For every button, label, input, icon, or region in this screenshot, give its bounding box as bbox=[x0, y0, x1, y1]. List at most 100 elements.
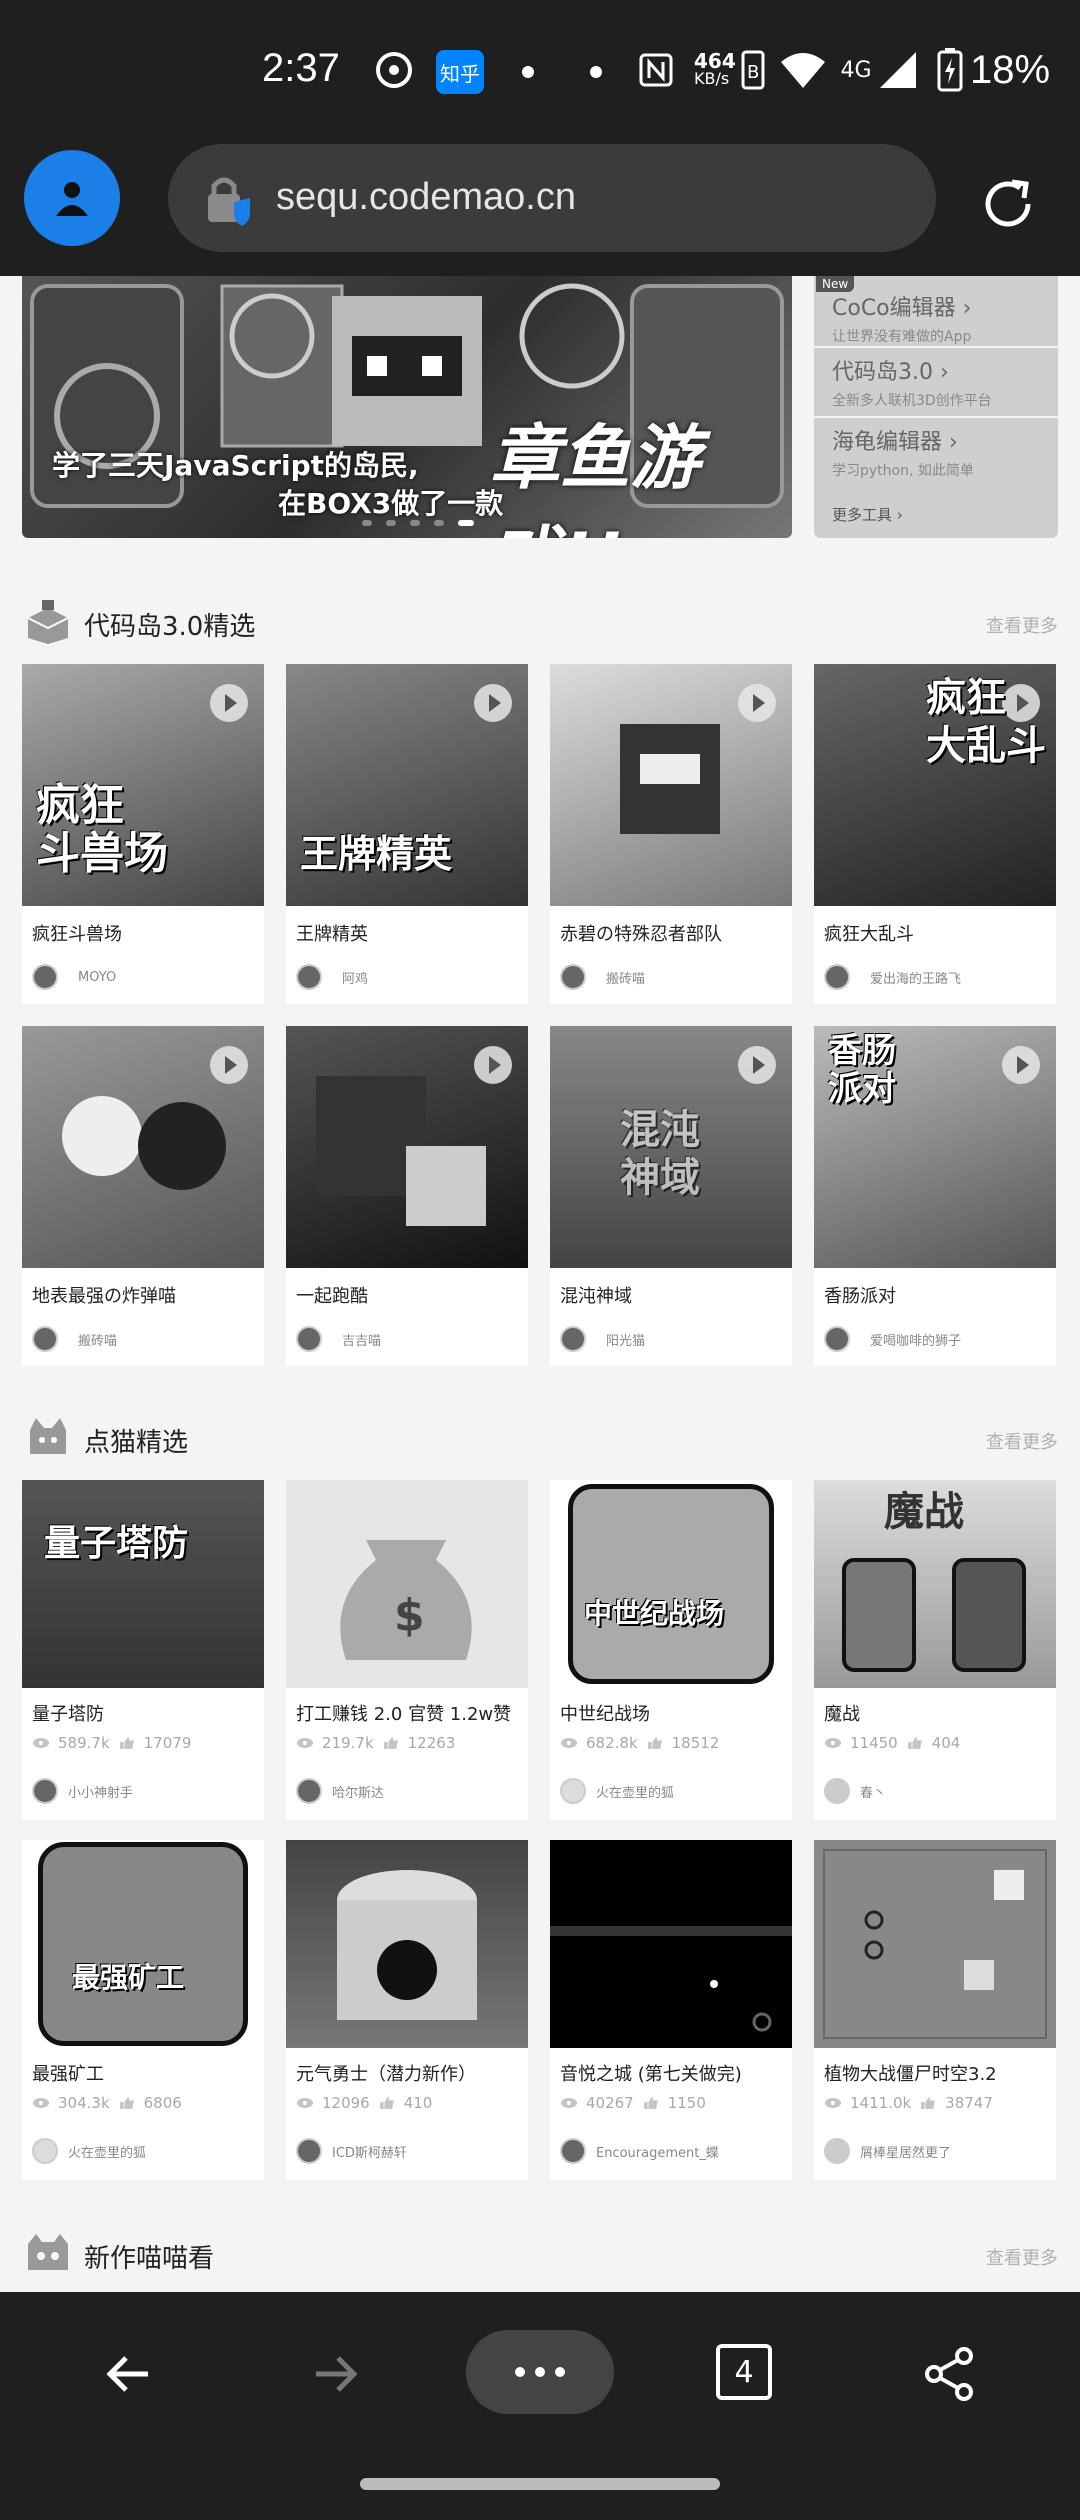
project-title: 打工赚钱 2.0 官赞 1.2w赞 bbox=[296, 1704, 512, 1725]
project-title: 混沌神域 bbox=[560, 1286, 632, 1307]
project-card[interactable]: 量子塔防 量子塔防 589.7k 17079 小小神射手 bbox=[22, 1480, 264, 1820]
project-thumbnail: 疯狂 斗兽场 bbox=[22, 664, 264, 906]
project-author[interactable]: MOYO bbox=[32, 964, 116, 990]
lock-icon bbox=[208, 177, 250, 226]
network-type: 4G bbox=[840, 57, 872, 83]
battery-icon bbox=[936, 48, 964, 92]
project-card[interactable]: $ 打工赚钱 2.0 官赞 1.2w赞 219.7k 12263 哈尔斯达 bbox=[286, 1480, 528, 1820]
forward-button[interactable] bbox=[294, 2334, 374, 2414]
project-stats: 40267 1150 bbox=[560, 2094, 706, 2112]
project-thumbnail: 最强矿工 bbox=[22, 1840, 264, 2048]
project-card[interactable]: 赤碧の特殊忍者部队 搬砖喵 bbox=[550, 664, 792, 1004]
profile-avatar-button[interactable] bbox=[24, 150, 120, 246]
see-more-link[interactable]: 查看更多 bbox=[986, 1428, 1058, 1454]
settings-icon bbox=[752, 2012, 772, 2032]
netease-music-icon bbox=[372, 48, 416, 92]
project-card[interactable]: 植物大战僵尸时空3.2 1411.0k 38747 屑棒星居然更了 bbox=[814, 1840, 1056, 2180]
back-button[interactable] bbox=[90, 2334, 170, 2414]
project-title: 一起跑酷 bbox=[296, 1286, 368, 1307]
project-title: 地表最强の炸弹喵 bbox=[32, 1286, 176, 1307]
project-card[interactable]: 疯狂 斗兽场 疯狂斗兽场 MOYO bbox=[22, 664, 264, 1004]
project-author[interactable]: 搬砖喵 bbox=[560, 964, 645, 990]
project-author[interactable]: Encouragement_蝶 bbox=[560, 2138, 719, 2164]
author-avatar bbox=[824, 1326, 850, 1352]
zhihu-icon: 知乎 bbox=[436, 50, 484, 94]
project-author[interactable]: 小小神射手 bbox=[32, 1778, 133, 1804]
project-stats: 304.3k 6806 bbox=[32, 2094, 182, 2112]
project-card[interactable]: 音悦之城 (第七关做完) 40267 1150 Encouragement_蝶 bbox=[550, 1840, 792, 2180]
play-icon bbox=[738, 1046, 776, 1084]
project-card[interactable]: 地表最强の炸弹喵 搬砖喵 bbox=[22, 1026, 264, 1366]
project-title: 最强矿工 bbox=[32, 2064, 104, 2085]
project-thumbnail bbox=[286, 1840, 528, 2048]
tabs-button[interactable]: 4 bbox=[716, 2344, 772, 2400]
section-header-new: 新作喵喵看 查看更多 bbox=[22, 2224, 1058, 2284]
project-card[interactable]: 元气勇士（潜力新作） 12096 410 ICD斯柯赫轩 bbox=[286, 1840, 528, 2180]
project-card[interactable]: 疯狂 大乱斗 疯狂大乱斗 爱出海的王路飞 bbox=[814, 664, 1056, 1004]
project-author[interactable]: 阿鸡 bbox=[296, 964, 368, 990]
project-author[interactable]: 阳光猫 bbox=[560, 1326, 645, 1352]
project-card[interactable]: 魔战 魔战 11450 404 春丶 bbox=[814, 1480, 1056, 1820]
thumb-art bbox=[823, 1849, 1047, 2039]
section-title: 代码岛3.0精选 bbox=[84, 612, 256, 642]
project-author[interactable]: 吉吉喵 bbox=[296, 1326, 381, 1352]
wifi-icon bbox=[778, 48, 828, 92]
project-card[interactable]: 香肠 派对 香肠派对 爱喝咖啡的狮子 bbox=[814, 1026, 1056, 1366]
see-more-link[interactable]: 查看更多 bbox=[986, 612, 1058, 638]
tools-panel: New CoCo编辑器 › 让世界没有难做的App 代码岛3.0 › 全新多人联… bbox=[814, 276, 1058, 538]
banner-headline: 章鱼游戏!! bbox=[490, 417, 700, 538]
eye-icon bbox=[33, 1738, 49, 1748]
reload-button[interactable] bbox=[976, 172, 1040, 236]
status-bar: 2:37 知乎 464 KB/s B 4G 18% bbox=[0, 0, 1080, 140]
project-card[interactable]: 最强矿工 最强矿工 304.3k 6806 火在壶里的狐 bbox=[22, 1840, 264, 2180]
thumb-art bbox=[842, 1558, 1026, 1672]
url-field[interactable]: sequ.codemao.cn bbox=[168, 144, 936, 252]
project-stats: 682.8k 18512 bbox=[560, 1734, 719, 1752]
play-icon bbox=[1002, 1046, 1040, 1084]
project-author[interactable]: 火在壶里的狐 bbox=[560, 1778, 674, 1804]
home-indicator[interactable] bbox=[360, 2478, 720, 2490]
project-thumbnail: 混沌 神域 bbox=[550, 1026, 792, 1268]
money-bag-icon: $ bbox=[340, 1540, 472, 1660]
battery-percent: 18% bbox=[970, 48, 1051, 92]
menu-button[interactable] bbox=[466, 2330, 614, 2414]
thumbs-up-icon bbox=[379, 2097, 394, 2109]
project-thumbnail bbox=[286, 1026, 528, 1268]
project-author[interactable]: ICD斯柯赫轩 bbox=[296, 2138, 407, 2164]
thumb-art bbox=[62, 1096, 226, 1190]
project-card[interactable]: 中世纪战场 中世纪战场 682.8k 18512 火在壶里的狐 bbox=[550, 1480, 792, 1820]
project-card[interactable]: 王牌精英 王牌精英 阿鸡 bbox=[286, 664, 528, 1004]
author-avatar bbox=[824, 2138, 850, 2164]
play-icon bbox=[474, 684, 512, 722]
project-title: 疯狂大乱斗 bbox=[824, 924, 914, 945]
share-icon bbox=[925, 2347, 973, 2401]
project-author[interactable]: 火在壶里的狐 bbox=[32, 2138, 146, 2164]
project-author[interactable]: 屑棒星居然更了 bbox=[824, 2138, 951, 2164]
project-author[interactable]: 春丶 bbox=[824, 1778, 886, 1804]
project-author[interactable]: 爱喝咖啡的狮子 bbox=[824, 1326, 961, 1352]
thumbs-up-icon bbox=[119, 2097, 134, 2109]
project-stats: 219.7k 12263 bbox=[296, 1734, 455, 1752]
author-avatar bbox=[560, 1326, 586, 1352]
more-tools-link[interactable]: 更多工具 › bbox=[832, 504, 903, 525]
tool-turtle-editor[interactable]: 海龟编辑器 › 学习python, 如此简单 bbox=[814, 416, 1058, 479]
nfc-icon bbox=[636, 48, 676, 92]
project-title: 赤碧の特殊忍者部队 bbox=[560, 924, 722, 945]
project-author[interactable]: 哈尔斯达 bbox=[296, 1778, 384, 1804]
tool-coco-editor[interactable]: CoCo编辑器 › 让世界没有难做的App bbox=[814, 276, 1058, 345]
see-more-link[interactable]: 查看更多 bbox=[986, 2244, 1058, 2270]
svg-text:B: B bbox=[747, 62, 759, 83]
author-avatar bbox=[32, 2138, 58, 2164]
project-card[interactable]: 混沌 神域 混沌神域 阳光猫 bbox=[550, 1026, 792, 1366]
project-card[interactable]: 一起跑酷 吉吉喵 bbox=[286, 1026, 528, 1366]
project-author[interactable]: 爱出海的王路飞 bbox=[824, 964, 961, 990]
project-thumbnail: 香肠 派对 bbox=[814, 1026, 1056, 1268]
share-button[interactable] bbox=[910, 2334, 990, 2414]
project-title: 魔战 bbox=[824, 1704, 860, 1725]
promo-banner[interactable]: 学了三天JavaScript的岛民, 在BOX3做了一款 章鱼游戏!! bbox=[22, 276, 792, 538]
project-author[interactable]: 搬砖喵 bbox=[32, 1326, 117, 1352]
section-title: 新作喵喵看 bbox=[84, 2244, 215, 2274]
tool-code-island[interactable]: 代码岛3.0 › 全新多人联机3D创作平台 bbox=[814, 346, 1058, 409]
more-dot-icon bbox=[515, 2367, 525, 2377]
banner-text-line2: 在BOX3做了一款 bbox=[278, 487, 504, 520]
